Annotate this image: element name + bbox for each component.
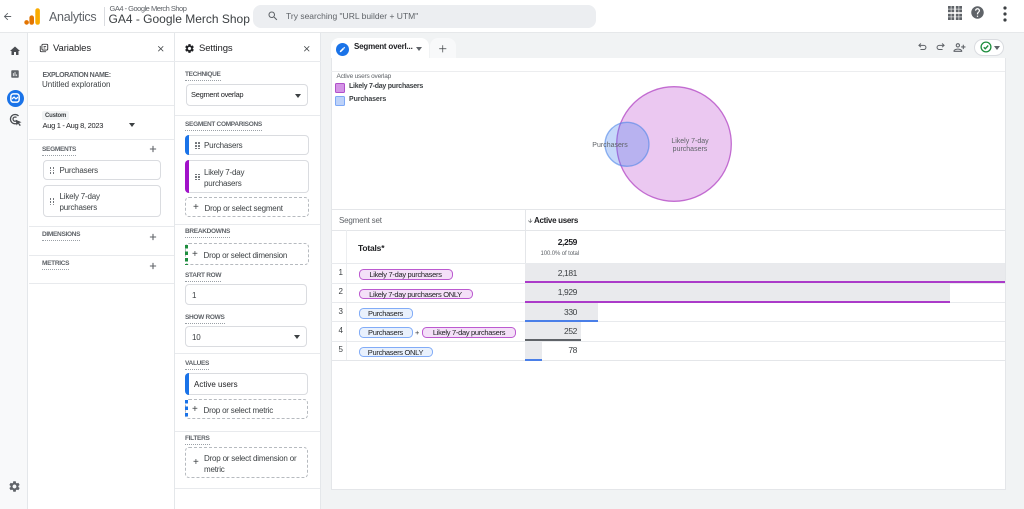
svg-text:Likely 7-day: Likely 7-day (671, 138, 709, 145)
svg-text:Purchasers: Purchasers (592, 142, 628, 149)
svg-text:purchasers: purchasers (673, 146, 708, 153)
